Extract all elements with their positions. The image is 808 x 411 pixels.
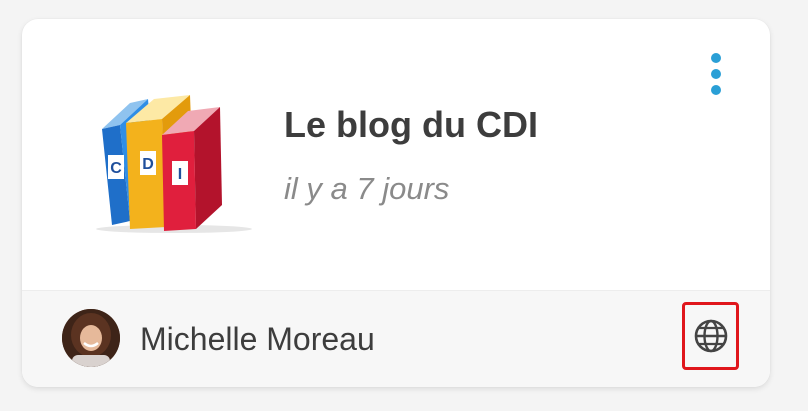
avatar-image: [62, 309, 120, 367]
visibility-button[interactable]: [682, 302, 739, 370]
card-title[interactable]: Le blog du CDI: [284, 103, 538, 147]
card-footer: Michelle Moreau: [22, 290, 770, 387]
cdi-books-image: C D I: [64, 81, 254, 233]
book-letter-d: D: [142, 156, 154, 173]
globe-icon: [694, 319, 727, 353]
book-letter-i: I: [178, 166, 182, 183]
blog-card[interactable]: C D I Le blog du CDI il y a 7 jours Mich…: [22, 19, 770, 387]
book-letter-c: C: [110, 160, 122, 177]
author-name[interactable]: Michelle Moreau: [140, 319, 375, 359]
avatar[interactable]: [62, 309, 120, 367]
books-illustration: C D I: [96, 95, 252, 233]
more-vertical-icon[interactable]: [702, 49, 730, 97]
card-timestamp: il y a 7 jours: [284, 171, 450, 206]
